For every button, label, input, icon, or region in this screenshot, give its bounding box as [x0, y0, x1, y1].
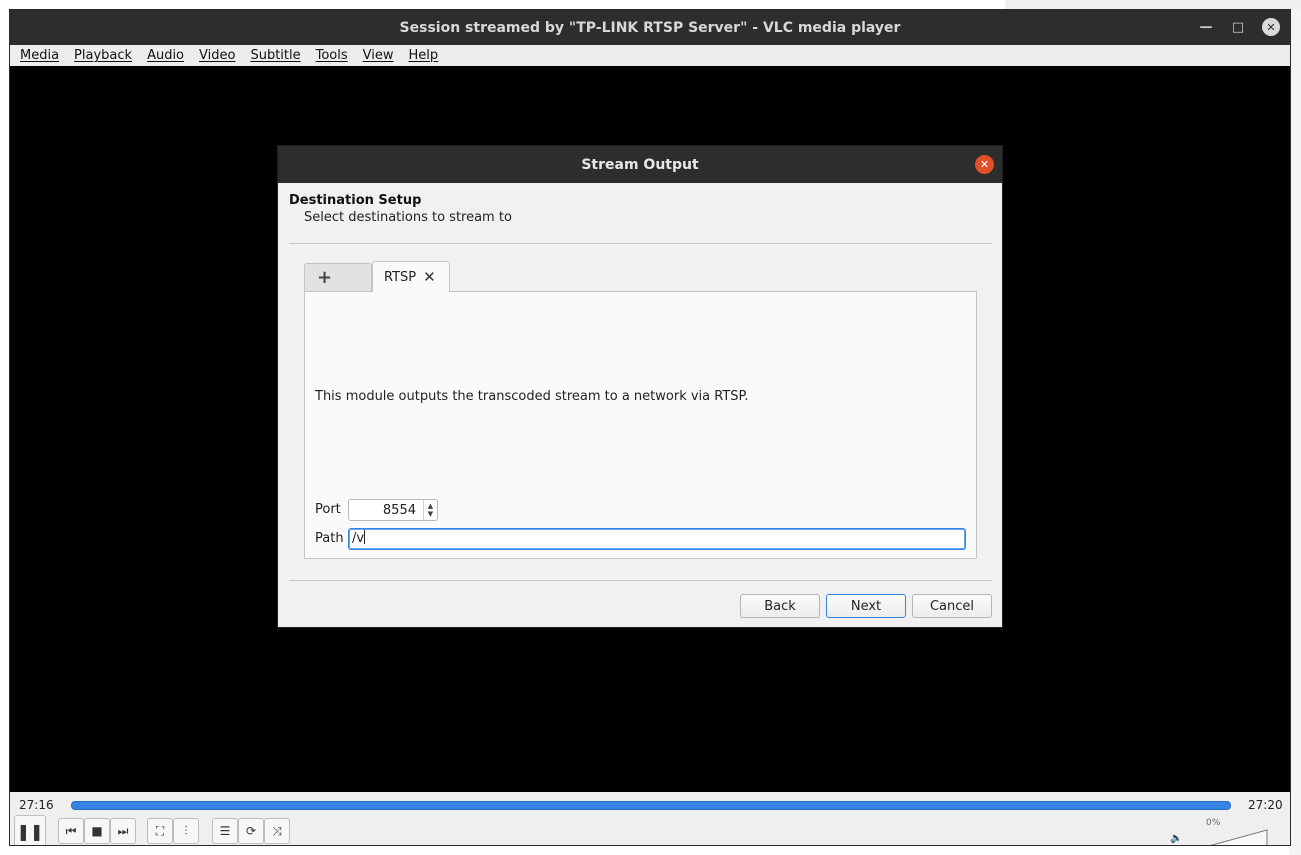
- total-time: 27:20: [1248, 798, 1283, 812]
- window-close-icon[interactable]: ✕: [1262, 18, 1280, 36]
- elapsed-time: 27:16: [19, 798, 54, 812]
- minimize-icon[interactable]: —: [1196, 18, 1216, 36]
- menu-media[interactable]: Media: [20, 48, 67, 63]
- menu-tools[interactable]: Tools: [316, 48, 356, 63]
- cancel-button[interactable]: Cancel: [912, 594, 992, 618]
- playlist-icon[interactable]: ☰: [212, 818, 238, 844]
- section-subheading: Select destinations to stream to: [304, 210, 512, 225]
- tab-label: RTSP: [384, 269, 417, 285]
- fullscreen-icon[interactable]: ⛶: [147, 818, 173, 844]
- dialog-title: Stream Output: [581, 156, 699, 173]
- shuffle-icon[interactable]: ⤨: [264, 818, 290, 844]
- stream-output-dialog: Stream Output ✕ Destination Setup Select…: [277, 145, 1003, 628]
- port-value: 8554: [382, 503, 416, 518]
- menu-help[interactable]: Help: [409, 48, 447, 63]
- menu-subtitle[interactable]: Subtitle: [250, 48, 308, 63]
- text-caret: [364, 530, 366, 544]
- dialog-close-icon[interactable]: ✕: [975, 155, 994, 174]
- next-icon[interactable]: ⏭: [110, 818, 136, 844]
- module-description: This module outputs the transcoded strea…: [315, 389, 749, 404]
- port-label: Port: [315, 502, 341, 517]
- divider: [289, 243, 992, 244]
- spin-arrows-icon[interactable]: ▲ ▼: [423, 500, 437, 520]
- next-button[interactable]: Next: [826, 594, 906, 618]
- stop-icon[interactable]: ■: [84, 818, 110, 844]
- add-destination-tab[interactable]: +: [304, 263, 372, 291]
- loop-icon[interactable]: ⟳: [238, 818, 264, 844]
- window-titlebar: Session streamed by "TP-LINK RTSP Server…: [10, 10, 1290, 45]
- volume-slider[interactable]: [1194, 829, 1268, 846]
- port-spinbox[interactable]: 8554 ▲ ▼: [348, 499, 438, 521]
- seek-slider[interactable]: [71, 801, 1231, 810]
- menu-audio[interactable]: Audio: [147, 48, 192, 63]
- volume-icon[interactable]: 🔈: [1170, 833, 1182, 844]
- dialog-titlebar: Stream Output: [278, 146, 1002, 183]
- previous-icon[interactable]: ⏮: [58, 818, 84, 844]
- divider: [289, 580, 992, 581]
- tab-rtsp[interactable]: RTSP ✕: [372, 261, 450, 292]
- pause-icon[interactable]: ❚❚: [14, 815, 46, 845]
- window-title: Session streamed by "TP-LINK RTSP Server…: [399, 19, 901, 36]
- menu-playback[interactable]: Playback: [74, 48, 140, 63]
- volume-percent: 0%: [1206, 818, 1221, 828]
- back-button[interactable]: Back: [740, 594, 820, 618]
- maximize-icon[interactable]: □: [1228, 18, 1248, 36]
- menu-video[interactable]: Video: [199, 48, 243, 63]
- path-value: /v: [352, 531, 365, 546]
- path-input[interactable]: /v: [348, 528, 966, 550]
- menu-view[interactable]: View: [363, 48, 402, 63]
- close-tab-icon[interactable]: ✕: [423, 268, 436, 286]
- rtsp-settings-panel: This module outputs the transcoded strea…: [304, 291, 977, 559]
- plus-icon: +: [317, 267, 333, 288]
- menubar: Media Playback Audio Video Subtitle Tool…: [10, 45, 1290, 66]
- extended-settings-icon[interactable]: ⫶: [173, 818, 199, 844]
- path-label: Path: [315, 531, 344, 546]
- player-controls: 27:16 27:20 ❚❚ ⏮ ■ ⏭ ⛶ ⫶ ☰ ⟳ ⤨ 🔈 0%: [10, 792, 1290, 846]
- section-heading: Destination Setup: [289, 193, 422, 208]
